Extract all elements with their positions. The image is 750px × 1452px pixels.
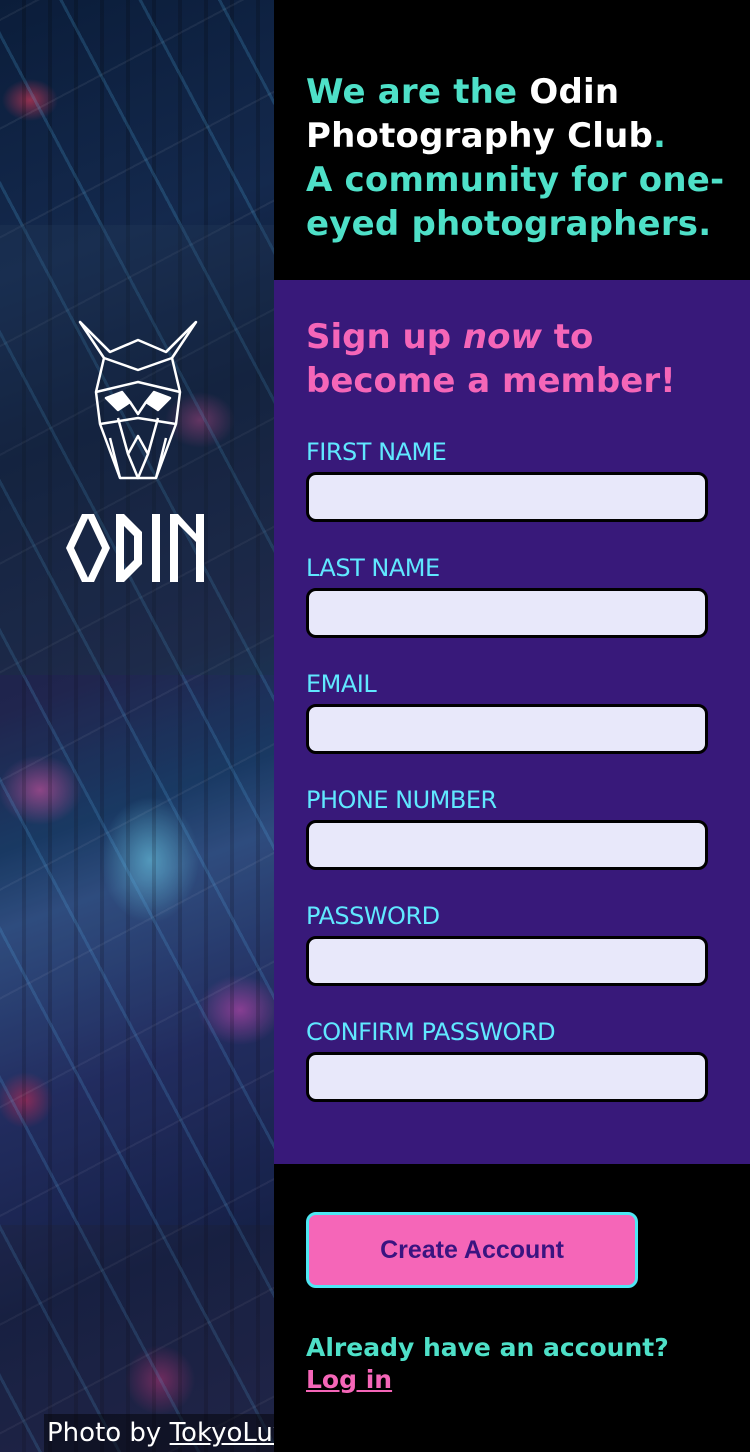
phone-number-input[interactable] xyxy=(306,820,708,870)
confirm-password-field: CONFIRM PASSWORD xyxy=(306,1018,708,1102)
odin-logo xyxy=(62,318,212,588)
form-title-emphasis: now xyxy=(462,317,542,357)
hero-intro: We are the xyxy=(306,72,530,112)
email-input[interactable] xyxy=(306,704,708,754)
actions-section: Create Account Already have an account? … xyxy=(274,1164,750,1452)
first-name-input[interactable] xyxy=(306,472,708,522)
password-field: PASSWORD xyxy=(306,902,708,986)
photo-credit-prefix: Photo by xyxy=(47,1418,162,1448)
phone-number-field: PHONE NUMBER xyxy=(306,786,708,870)
photo-tint-band xyxy=(0,675,274,1225)
already-have-account-text: Already have an account? xyxy=(306,1333,669,1362)
hero-tagline: A community for one-eyed photographers. xyxy=(306,160,725,244)
hero-heading: We are the Odin Photography Club. A comm… xyxy=(306,70,726,246)
email-field: EMAIL xyxy=(306,670,708,754)
password-input[interactable] xyxy=(306,936,708,986)
last-name-field: LAST NAME xyxy=(306,554,708,638)
hero-period: . xyxy=(653,116,667,156)
phone-number-label: PHONE NUMBER xyxy=(306,786,497,814)
email-label: EMAIL xyxy=(306,670,377,698)
last-name-input[interactable] xyxy=(306,588,708,638)
password-label: PASSWORD xyxy=(306,902,440,930)
confirm-password-label: CONFIRM PASSWORD xyxy=(306,1018,556,1046)
viking-helmet-icon xyxy=(78,320,198,480)
form-title-start: Sign up xyxy=(306,317,463,357)
photo-credit: Photo by TokyoLuv xyxy=(44,1414,274,1452)
first-name-label: FIRST NAME xyxy=(306,438,447,466)
confirm-password-input[interactable] xyxy=(306,1052,708,1102)
last-name-label: LAST NAME xyxy=(306,554,440,582)
login-link[interactable]: Log in xyxy=(306,1364,392,1396)
odin-wordmark xyxy=(66,514,204,582)
background-photo: Photo by TokyoLuv xyxy=(0,0,274,1452)
form-title: Sign up now to become a member! xyxy=(306,315,726,403)
signup-form: Sign up now to become a member! FIRST NA… xyxy=(274,280,750,1164)
first-name-field: FIRST NAME xyxy=(306,438,708,522)
create-account-button[interactable]: Create Account xyxy=(306,1212,638,1288)
hero-section: We are the Odin Photography Club. A comm… xyxy=(274,0,750,280)
photo-credit-link[interactable]: TokyoLuv xyxy=(170,1418,274,1448)
